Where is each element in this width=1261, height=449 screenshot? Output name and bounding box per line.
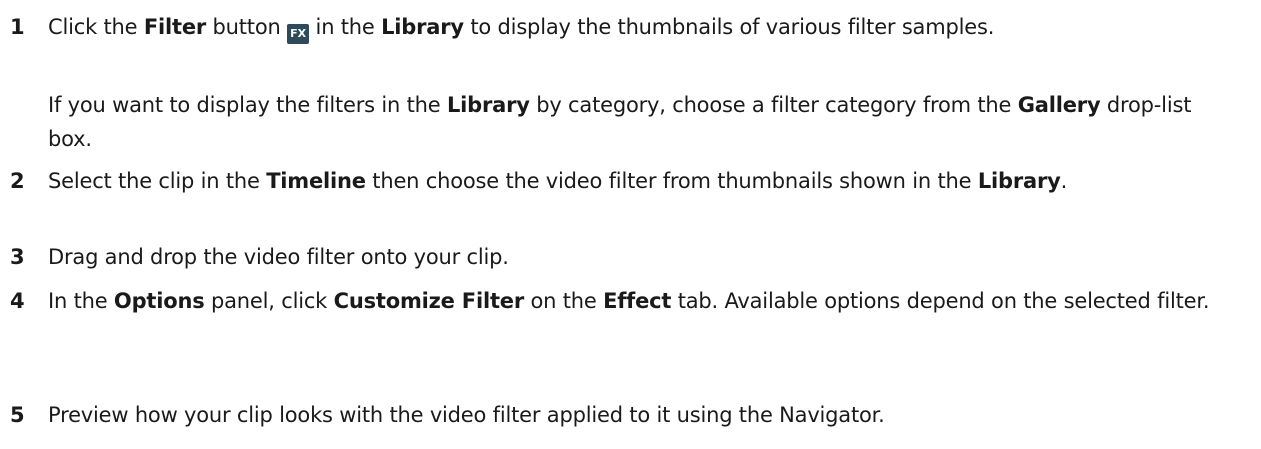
text-run: .: [1060, 169, 1068, 193]
bold-term-effect: Effect: [603, 289, 672, 313]
bold-term-timeline: Timeline: [266, 169, 366, 193]
step-number: 1: [10, 15, 25, 39]
step-number: 3: [10, 245, 25, 269]
bold-term-library: Library: [977, 169, 1061, 193]
step-number: 2: [10, 169, 25, 193]
instruction-document: 1 Click the Filter button FX in the Libr…: [0, 0, 1261, 449]
step-text: Drag and drop the video filter onto your…: [48, 240, 1241, 274]
text-run: Click the: [48, 15, 144, 39]
text-run: on the: [524, 289, 604, 313]
text-run: panel, click: [204, 289, 334, 313]
text-run: tab. Available options depend on the sel…: [671, 289, 1210, 313]
text-run: to display the thumbnails of various fil…: [463, 15, 995, 39]
filter-fx-icon: FX: [287, 24, 310, 44]
text-run: then choose the video filter from thumbn…: [365, 169, 978, 193]
bold-term-library: Library: [446, 93, 530, 117]
step-number: 4: [10, 289, 25, 313]
step-number: 5: [10, 403, 25, 427]
bold-term-filter: Filter: [143, 15, 207, 39]
text-run: If you want to display the filters in th…: [48, 93, 447, 117]
text-run: In the: [48, 289, 114, 313]
text-run: Preview how your clip looks with the vid…: [48, 403, 885, 427]
step-note: If you want to display the filters in th…: [48, 88, 1241, 156]
text-run: by category, choose a filter category fr…: [529, 93, 1018, 117]
text-run: Drag and drop the video filter onto your…: [48, 245, 509, 269]
text-run: in the: [309, 15, 382, 39]
bold-term-library: Library: [381, 15, 464, 39]
text-run: button: [206, 15, 288, 39]
step-text: Select the clip in the Timeline then cho…: [48, 164, 1241, 198]
bold-term-gallery: Gallery: [1017, 93, 1101, 117]
step-text: In the Options panel, click Customize Fi…: [48, 284, 1241, 318]
text-run: Select the clip in the: [48, 169, 267, 193]
bold-term-customize-filter: Customize Filter: [333, 289, 525, 313]
step-text: Click the Filter button FX in the Librar…: [48, 10, 1241, 44]
step-text: Preview how your clip looks with the vid…: [48, 398, 1241, 432]
bold-term-options: Options: [113, 289, 205, 313]
